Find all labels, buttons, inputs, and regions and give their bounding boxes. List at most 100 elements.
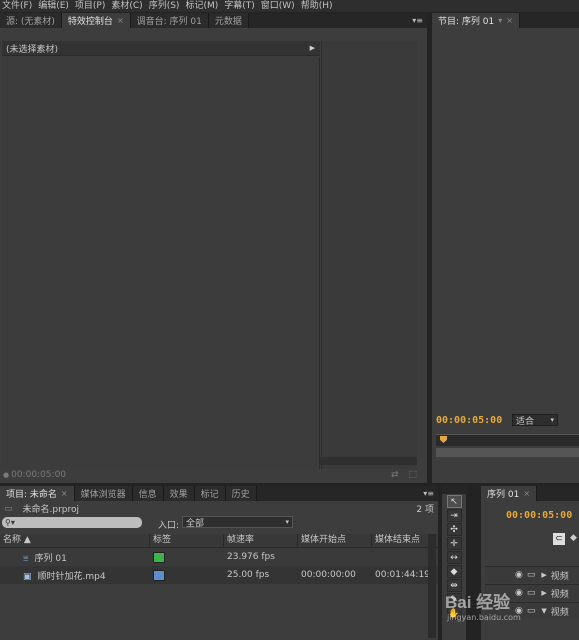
collapse-icon[interactable]: ▼	[541, 607, 546, 615]
selection-tool-icon[interactable]: ↖	[446, 495, 462, 508]
program-scrub-bar[interactable]	[436, 448, 579, 457]
playhead-dot-icon: ●	[3, 470, 10, 479]
tab-effects[interactable]: 效果	[163, 486, 195, 501]
film-icon: ▭	[526, 570, 536, 580]
menu-file[interactable]: 文件(F)	[0, 0, 36, 12]
menu-title[interactable]: 字幕(T)	[222, 0, 259, 12]
track-select-tool-icon[interactable]: ⇥	[446, 509, 462, 522]
row-name: 顺时针加花.mp4	[37, 571, 106, 582]
chevron-down-icon: ▾	[550, 416, 554, 424]
column-name[interactable]: 名称 ▲	[0, 534, 150, 547]
track-name: 视频	[550, 589, 569, 600]
eye-icon[interactable]: ◉	[515, 606, 523, 616]
close-icon[interactable]: ×	[117, 16, 124, 25]
hand-tool-icon[interactable]: ✋	[446, 607, 462, 620]
play-triangle-icon[interactable]: ▶	[310, 44, 315, 52]
project-file-row: ▭ 未命名.prproj 2 项	[0, 502, 438, 516]
track-video-2[interactable]: ◉ ▭ ▶ 视频	[485, 584, 579, 601]
search-input[interactable]: ⚲▾	[2, 517, 142, 528]
column-media-start[interactable]: 媒体开始点	[298, 534, 372, 547]
table-row[interactable]: ▣ 顺时针加花.mp4 25.00 fps 00:00:00:00 00:01:4…	[0, 566, 438, 584]
export-icon[interactable]: ⬚	[408, 470, 417, 480]
chevron-down-icon: ▾	[285, 518, 289, 526]
table-row[interactable]: ⩸ 序列 01 23.976 fps	[0, 548, 438, 566]
tab-sequence[interactable]: 序列 01 ×	[481, 486, 538, 501]
eye-icon[interactable]: ◉	[515, 570, 523, 580]
program-viewport	[432, 28, 579, 408]
program-monitor-panel: 节目: 序列 01 ▾ × 00:00:05:00 适合 ▾	[432, 13, 579, 483]
label-swatch	[153, 551, 165, 563]
effect-controls-list	[2, 57, 320, 469]
effect-scroll-track[interactable]	[320, 457, 417, 465]
label-swatch	[153, 569, 165, 581]
track-video-1[interactable]: ◉ ▭ ▼ 视频	[485, 602, 579, 619]
menu-sequence[interactable]: 序列(S)	[147, 0, 184, 12]
tab-media-browser[interactable]: 媒体浏览器	[74, 486, 133, 501]
project-panel: 项目: 未命名 × 媒体浏览器 信息 效果 标记 历史 ▾≡ ▭ 未命名.prpr…	[0, 486, 438, 640]
timeline-timecode[interactable]: 00:00:05:00	[506, 510, 572, 521]
in-point-select[interactable]: 全部 ▾	[182, 516, 293, 529]
panel-menu-icon[interactable]: ▾≡	[408, 13, 427, 28]
project-scrollbar[interactable]	[428, 534, 436, 638]
menu-project[interactable]: 项目(P)	[73, 0, 109, 12]
close-icon[interactable]: ×	[506, 16, 513, 25]
tab-audio-mixer[interactable]: 调音台: 序列 01	[130, 13, 209, 28]
tab-markers[interactable]: 标记	[194, 486, 226, 501]
menu-clip[interactable]: 素材(C)	[109, 0, 146, 12]
ripple-edit-tool-icon[interactable]: ✣	[446, 523, 462, 536]
menu-marker[interactable]: 标记(M)	[183, 0, 222, 12]
program-time-ruler[interactable]	[436, 434, 579, 446]
in-point-value: 全部	[186, 518, 205, 529]
rate-stretch-tool-icon[interactable]: ↔	[446, 551, 462, 564]
row-fps: 23.976 fps	[227, 552, 275, 562]
item-count: 2 项	[416, 505, 434, 515]
tab-program[interactable]: 节目: 序列 01 ▾ ×	[432, 13, 520, 28]
track-name: 视频	[550, 571, 569, 582]
rolling-edit-tool-icon[interactable]: ✛	[446, 537, 462, 550]
timeline-panel: 序列 01 × 00:00:05:00 ⊂ ◆ ◉ ▭ ▶ 视频 ◉ ▭ ▶ 视频…	[481, 486, 579, 640]
column-label[interactable]: 标签	[150, 534, 224, 547]
effect-timeline-area	[321, 41, 417, 469]
tools-tabbar	[442, 486, 466, 494]
expand-icon[interactable]: ▶	[541, 571, 546, 579]
row-name: 序列 01	[34, 553, 67, 564]
effect-controls-panel: 源: (无素材) 特效控制台 × 调音台: 序列 01 元数据 ▾≡ (未选择素材…	[0, 13, 427, 483]
slip-tool-icon[interactable]: ⇹	[446, 579, 462, 592]
fit-dropdown[interactable]: 适合 ▾	[512, 414, 558, 427]
marker-icon[interactable]: ◆	[570, 533, 577, 543]
snap-icon[interactable]: ⊂	[553, 533, 565, 545]
menu-edit[interactable]: 编辑(E)	[36, 0, 73, 12]
timeline-tabbar: 序列 01 ×	[481, 486, 579, 501]
folder-icon: ▭	[4, 503, 13, 514]
close-icon[interactable]: ×	[61, 489, 68, 498]
tab-metadata[interactable]: 元数据	[208, 13, 249, 28]
menu-bar: 文件(F) 编辑(E) 项目(P) 素材(C) 序列(S) 标记(M) 字幕(T…	[0, 0, 579, 12]
project-filename: 未命名.prproj	[22, 505, 80, 515]
razor-tool-icon[interactable]: ◆	[446, 565, 462, 578]
row-fps: 25.00 fps	[227, 570, 270, 580]
row-start: 00:00:00:00	[301, 570, 356, 580]
program-timecode[interactable]: 00:00:05:00	[436, 415, 502, 426]
no-clip-selected-label: (未选择素材)	[6, 44, 59, 55]
tab-info[interactable]: 信息	[132, 486, 164, 501]
panel-menu-icon[interactable]: ▾≡	[419, 486, 438, 501]
column-media-end[interactable]: 媒体结束点	[372, 534, 434, 547]
tab-history[interactable]: 历史	[225, 486, 257, 501]
table-header: 名称 ▲ 标签 帧速率 媒体开始点 媒体结束点	[0, 534, 438, 548]
eye-icon[interactable]: ◉	[515, 588, 523, 598]
row-end: 00:01:44:19	[375, 570, 430, 580]
pen-tool-icon[interactable]: ✎	[446, 593, 462, 606]
program-tabbar: 节目: 序列 01 ▾ ×	[432, 13, 579, 28]
tab-source[interactable]: 源: (无素材)	[0, 13, 62, 28]
loop-icon[interactable]: ⇄	[391, 470, 399, 480]
menu-window[interactable]: 窗口(W)	[259, 0, 299, 12]
expand-icon[interactable]: ▶	[541, 589, 546, 597]
column-fps[interactable]: 帧速率	[224, 534, 298, 547]
dropdown-icon[interactable]: ▾	[498, 16, 502, 25]
fit-dropdown-value: 适合	[516, 416, 535, 427]
menu-help[interactable]: 帮助(H)	[299, 0, 337, 12]
track-video-3[interactable]: ◉ ▭ ▶ 视频	[485, 566, 579, 583]
tab-project[interactable]: 项目: 未命名 ×	[0, 486, 75, 501]
tab-effect-controls[interactable]: 特效控制台 ×	[61, 13, 131, 28]
close-icon[interactable]: ×	[523, 489, 530, 498]
